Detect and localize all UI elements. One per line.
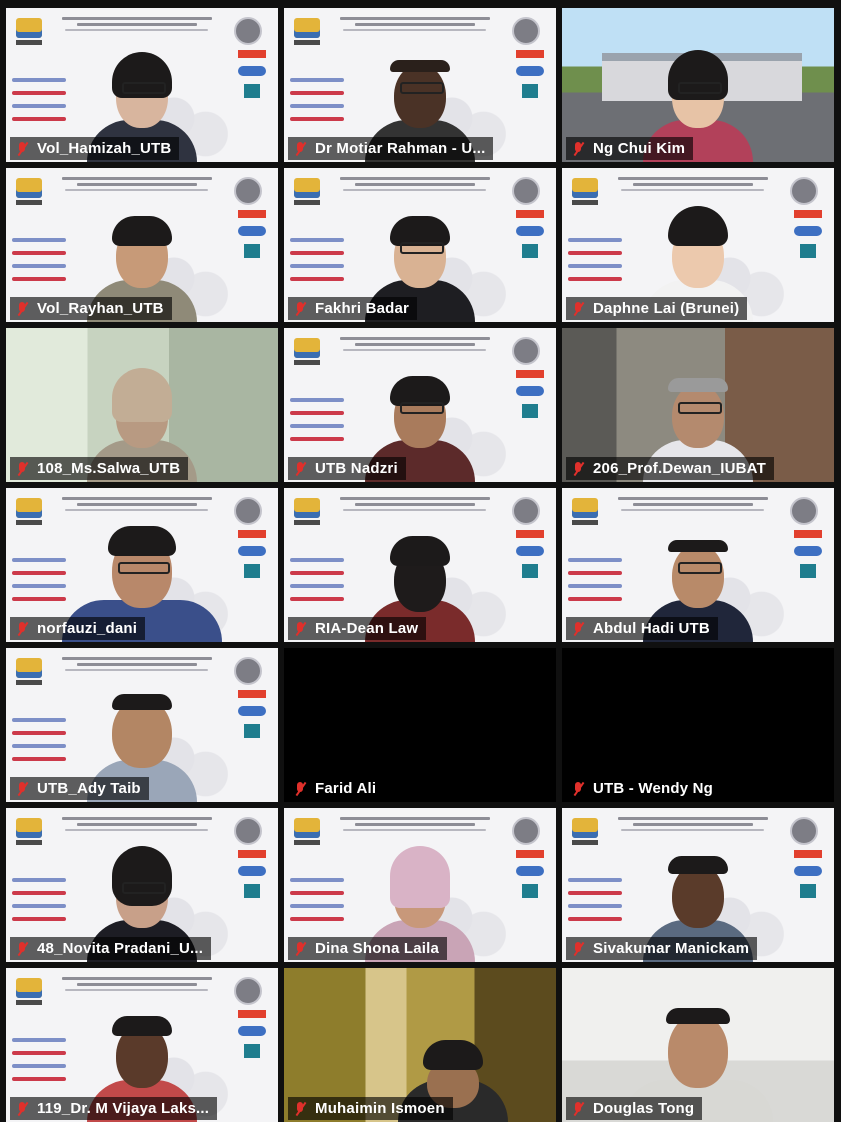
participant-name-label: 108_Ms.Salwa_UTB bbox=[10, 457, 189, 480]
mic-muted-icon bbox=[571, 141, 585, 157]
participant-name-label: Sivakumar Manickam bbox=[566, 937, 758, 960]
participant-name-label: Daphne Lai (Brunei) bbox=[566, 297, 748, 320]
participant-name-label: 119_Dr. M Vijaya Laks... bbox=[10, 1097, 218, 1120]
participant-tile[interactable]: 48_Novita Pradani_U... bbox=[6, 808, 278, 962]
participant-name-label: Farid Ali bbox=[288, 777, 385, 800]
mic-muted-icon bbox=[571, 301, 585, 317]
video-gallery-grid: Vol_Hamizah_UTB Dr Motiar Rahman - U... … bbox=[6, 8, 834, 1122]
participant-tile[interactable]: UTB Nadzri bbox=[284, 328, 556, 482]
mic-muted-icon bbox=[293, 1101, 307, 1117]
mic-muted-icon bbox=[571, 461, 585, 477]
mic-muted-icon bbox=[571, 781, 585, 797]
participant-tile[interactable]: Fakhri Badar bbox=[284, 168, 556, 322]
participant-tile[interactable]: Farid Ali bbox=[284, 648, 556, 802]
participant-name-label: Vol_Hamizah_UTB bbox=[10, 137, 180, 160]
participant-tile[interactable]: Muhaimin Ismoen bbox=[284, 968, 556, 1122]
participant-tile[interactable]: UTB - Wendy Ng bbox=[562, 648, 834, 802]
participant-name-label: Douglas Tong bbox=[566, 1097, 703, 1120]
mic-muted-icon bbox=[15, 941, 29, 957]
participant-name-label: UTB_Ady Taib bbox=[10, 777, 149, 800]
participant-tile[interactable]: 206_Prof.Dewan_IUBAT bbox=[562, 328, 834, 482]
participant-name-label: Muhaimin Ismoen bbox=[288, 1097, 453, 1120]
mic-muted-icon bbox=[15, 141, 29, 157]
mic-muted-icon bbox=[293, 301, 307, 317]
mic-muted-icon bbox=[15, 621, 29, 637]
participant-tile[interactable]: norfauzi_dani bbox=[6, 488, 278, 642]
participant-tile[interactable]: Douglas Tong bbox=[562, 968, 834, 1122]
participant-tile[interactable]: Vol_Rayhan_UTB bbox=[6, 168, 278, 322]
mic-muted-icon bbox=[15, 301, 29, 317]
participant-tile[interactable]: Dina Shona Laila bbox=[284, 808, 556, 962]
mic-muted-icon bbox=[571, 621, 585, 637]
participant-tile[interactable]: UTB_Ady Taib bbox=[6, 648, 278, 802]
participant-tile[interactable]: 119_Dr. M Vijaya Laks... bbox=[6, 968, 278, 1122]
participant-tile[interactable]: Vol_Hamizah_UTB bbox=[6, 8, 278, 162]
participant-name-label: UTB - Wendy Ng bbox=[566, 777, 722, 800]
mic-muted-icon bbox=[15, 781, 29, 797]
participant-name-label: Abdul Hadi UTB bbox=[566, 617, 718, 640]
mic-muted-icon bbox=[293, 141, 307, 157]
participant-tile[interactable]: 108_Ms.Salwa_UTB bbox=[6, 328, 278, 482]
participant-tile[interactable]: Daphne Lai (Brunei) bbox=[562, 168, 834, 322]
participant-name-label: UTB Nadzri bbox=[288, 457, 406, 480]
mic-muted-icon bbox=[293, 781, 307, 797]
mic-muted-icon bbox=[15, 461, 29, 477]
participant-name-label: Vol_Rayhan_UTB bbox=[10, 297, 172, 320]
participant-name-label: norfauzi_dani bbox=[10, 617, 146, 640]
participant-tile[interactable]: RIA-Dean Law bbox=[284, 488, 556, 642]
mic-muted-icon bbox=[293, 941, 307, 957]
participant-name-label: Dr Motiar Rahman - U... bbox=[288, 137, 494, 160]
participant-name-label: 48_Novita Pradani_U... bbox=[10, 937, 212, 960]
participant-name-label: RIA-Dean Law bbox=[288, 617, 427, 640]
participant-tile[interactable]: Ng Chui Kim bbox=[562, 8, 834, 162]
participant-tile[interactable]: Dr Motiar Rahman - U... bbox=[284, 8, 556, 162]
mic-muted-icon bbox=[293, 621, 307, 637]
mic-muted-icon bbox=[293, 461, 307, 477]
participant-tile[interactable]: Sivakumar Manickam bbox=[562, 808, 834, 962]
participant-name-label: Dina Shona Laila bbox=[288, 937, 448, 960]
participant-name-label: 206_Prof.Dewan_IUBAT bbox=[566, 457, 774, 480]
participant-name-label: Fakhri Badar bbox=[288, 297, 418, 320]
participant-name-label: Ng Chui Kim bbox=[566, 137, 694, 160]
participant-tile[interactable]: Abdul Hadi UTB bbox=[562, 488, 834, 642]
mic-muted-icon bbox=[571, 1101, 585, 1117]
mic-muted-icon bbox=[15, 1101, 29, 1117]
mic-muted-icon bbox=[571, 941, 585, 957]
